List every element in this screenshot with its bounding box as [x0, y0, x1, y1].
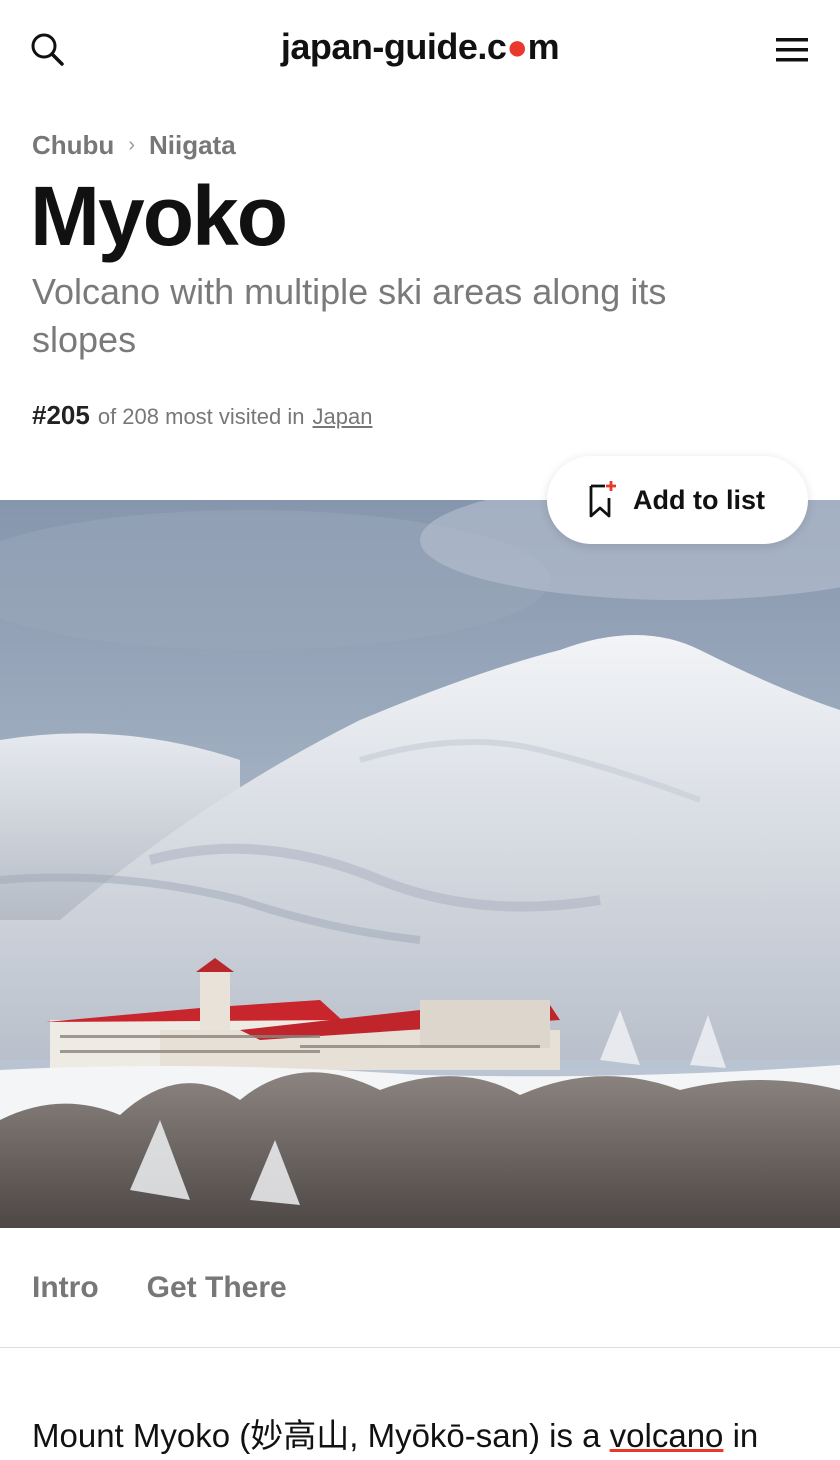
rank-number: #205	[32, 400, 90, 430]
top-bar: japan-guide.c●m	[0, 0, 840, 100]
site-logo[interactable]: japan-guide.c●m	[0, 26, 840, 68]
rank-link-japan[interactable]: Japan	[313, 404, 373, 430]
breadcrumb: Chubu › Niigata	[32, 130, 236, 161]
section-tabs: Intro Get There	[0, 1228, 840, 1348]
hero-image	[0, 500, 840, 1228]
breadcrumb-item-niigata[interactable]: Niigata	[149, 130, 236, 161]
volcano-link[interactable]: volcano	[610, 1417, 724, 1454]
page-title: Myoko	[30, 169, 288, 263]
page-subtitle: Volcano with multiple ski areas along it…	[32, 271, 667, 360]
bookmark-plus-icon	[589, 481, 616, 518]
breadcrumb-separator: ›	[128, 134, 135, 156]
menu-button[interactable]	[770, 34, 814, 66]
rank-text: of 208 most visited in	[97, 404, 305, 429]
tab-get-there[interactable]: Get There	[147, 1271, 287, 1305]
intro-text-before: Mount Myoko (妙高山, Myōkō-san) is a	[32, 1417, 610, 1454]
intro-paragraph: Mount Myoko (妙高山, Myōkō-san) is a volcan…	[32, 1412, 832, 1460]
popularity-rank: #205 of 208 most visited in Japan	[32, 400, 372, 431]
tab-intro[interactable]: Intro	[32, 1271, 99, 1305]
add-to-list-button[interactable]: Add to list	[547, 456, 808, 544]
logo-red-dot: ●	[506, 26, 528, 67]
breadcrumb-item-chubu[interactable]: Chubu	[32, 130, 114, 161]
add-to-list-label: Add to list	[633, 484, 765, 515]
intro-text-after: in	[723, 1417, 759, 1454]
hamburger-menu-icon	[776, 38, 808, 62]
